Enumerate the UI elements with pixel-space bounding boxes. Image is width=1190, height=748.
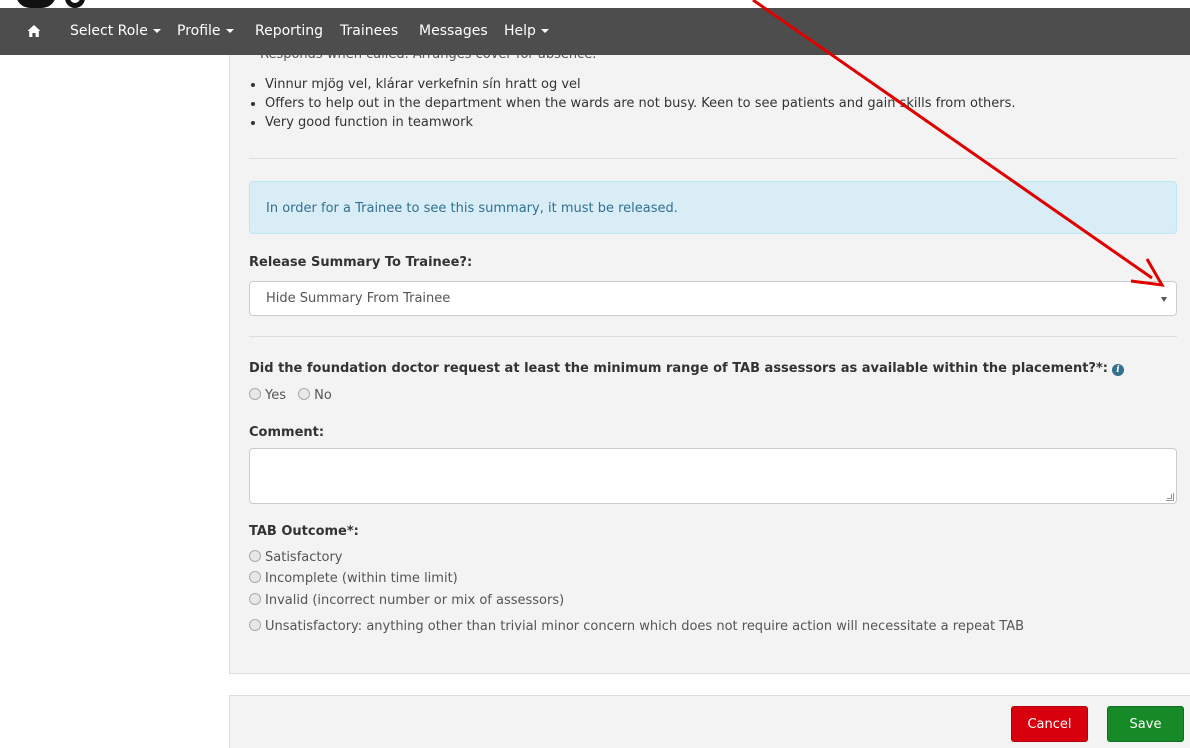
caret-down-icon	[225, 29, 234, 33]
nav-label: Help	[504, 23, 536, 39]
radio-button[interactable]	[249, 388, 261, 400]
caret-down-icon	[540, 29, 549, 33]
nav-label: Messages	[419, 23, 488, 39]
outcome-option-unsatisfactory[interactable]: Unsatisfactory: anything other than triv…	[249, 618, 1024, 636]
summary-panel: Responds when called. Arranges cover for…	[229, 55, 1190, 674]
list-item: Vinnur mjög vel, klárar verkefnin sín hr…	[249, 75, 1016, 94]
radio-label: Satisfactory	[265, 550, 343, 565]
list-item: Offers to help out in the department whe…	[249, 94, 1016, 113]
tab-outcome-label: TAB Outcome*:	[249, 524, 359, 539]
tab-assessors-question-text: Did the foundation doctor request at lea…	[249, 361, 1108, 376]
radio-label: Incomplete (within time limit)	[265, 571, 458, 586]
radio-yes[interactable]: Yes	[249, 387, 286, 405]
nav-profile[interactable]: Profile	[177, 8, 234, 55]
radio-button[interactable]	[249, 571, 261, 583]
save-button[interactable]: Save	[1107, 706, 1184, 742]
cancel-button[interactable]: Cancel	[1011, 706, 1088, 742]
release-info-alert: In order for a Trainee to see this summa…	[249, 181, 1177, 234]
radio-button[interactable]	[249, 619, 261, 631]
nav-label: Trainees	[340, 23, 399, 39]
release-summary-select[interactable]: Hide Summary From Trainee	[249, 281, 1177, 316]
nav-messages[interactable]: Messages	[419, 8, 488, 55]
heading-fragment	[65, 0, 85, 8]
outcome-option-satisfactory[interactable]: Satisfactory	[249, 549, 342, 567]
top-strip	[0, 0, 1190, 8]
form-footer: Cancel Save	[229, 695, 1190, 748]
dropdown-arrow-icon	[1161, 297, 1167, 302]
comment-textarea[interactable]	[249, 448, 1177, 504]
resize-handle-icon[interactable]	[1166, 493, 1174, 501]
home-icon[interactable]	[27, 24, 41, 38]
top-navbar: Select Role Profile Reporting Trainees M…	[0, 8, 1190, 55]
divider	[249, 158, 1177, 159]
feedback-list: Vinnur mjög vel, klárar verkefnin sín hr…	[249, 75, 1016, 132]
comment-label: Comment:	[249, 425, 325, 440]
nav-label: Reporting	[255, 23, 324, 39]
radio-label: Yes	[265, 388, 286, 403]
nav-label: Profile	[177, 23, 221, 39]
radio-label: Invalid (incorrect number or mix of asse…	[265, 593, 565, 608]
outcome-option-invalid[interactable]: Invalid (incorrect number or mix of asse…	[249, 592, 564, 610]
tab-assessors-radio-group: Yes No	[249, 387, 340, 405]
radio-label: Unsatisfactory: anything other than triv…	[265, 619, 1025, 634]
radio-button[interactable]	[249, 550, 261, 562]
divider	[249, 336, 1177, 337]
info-icon[interactable]: i	[1111, 364, 1124, 376]
nav-reporting[interactable]: Reporting	[255, 8, 323, 55]
caret-down-icon	[152, 29, 161, 33]
radio-no[interactable]: No	[298, 387, 332, 405]
truncated-feedback-line: Responds when called. Arranges cover for…	[260, 55, 596, 61]
radio-label: No	[314, 388, 332, 403]
nav-select-role[interactable]: Select Role	[70, 8, 161, 55]
heading-fragment	[16, 0, 56, 8]
list-item: Very good function in teamwork	[249, 113, 1016, 132]
nav-help[interactable]: Help	[504, 8, 549, 55]
tab-assessors-question: Did the foundation doctor request at lea…	[249, 361, 1124, 376]
nav-trainees[interactable]: Trainees	[340, 8, 398, 55]
outcome-option-incomplete[interactable]: Incomplete (within time limit)	[249, 570, 458, 588]
release-summary-label: Release Summary To Trainee?:	[249, 255, 473, 270]
radio-button[interactable]	[249, 593, 261, 605]
radio-button[interactable]	[298, 388, 311, 400]
release-summary-value: Hide Summary From Trainee	[266, 291, 451, 306]
nav-label: Select Role	[70, 23, 148, 39]
